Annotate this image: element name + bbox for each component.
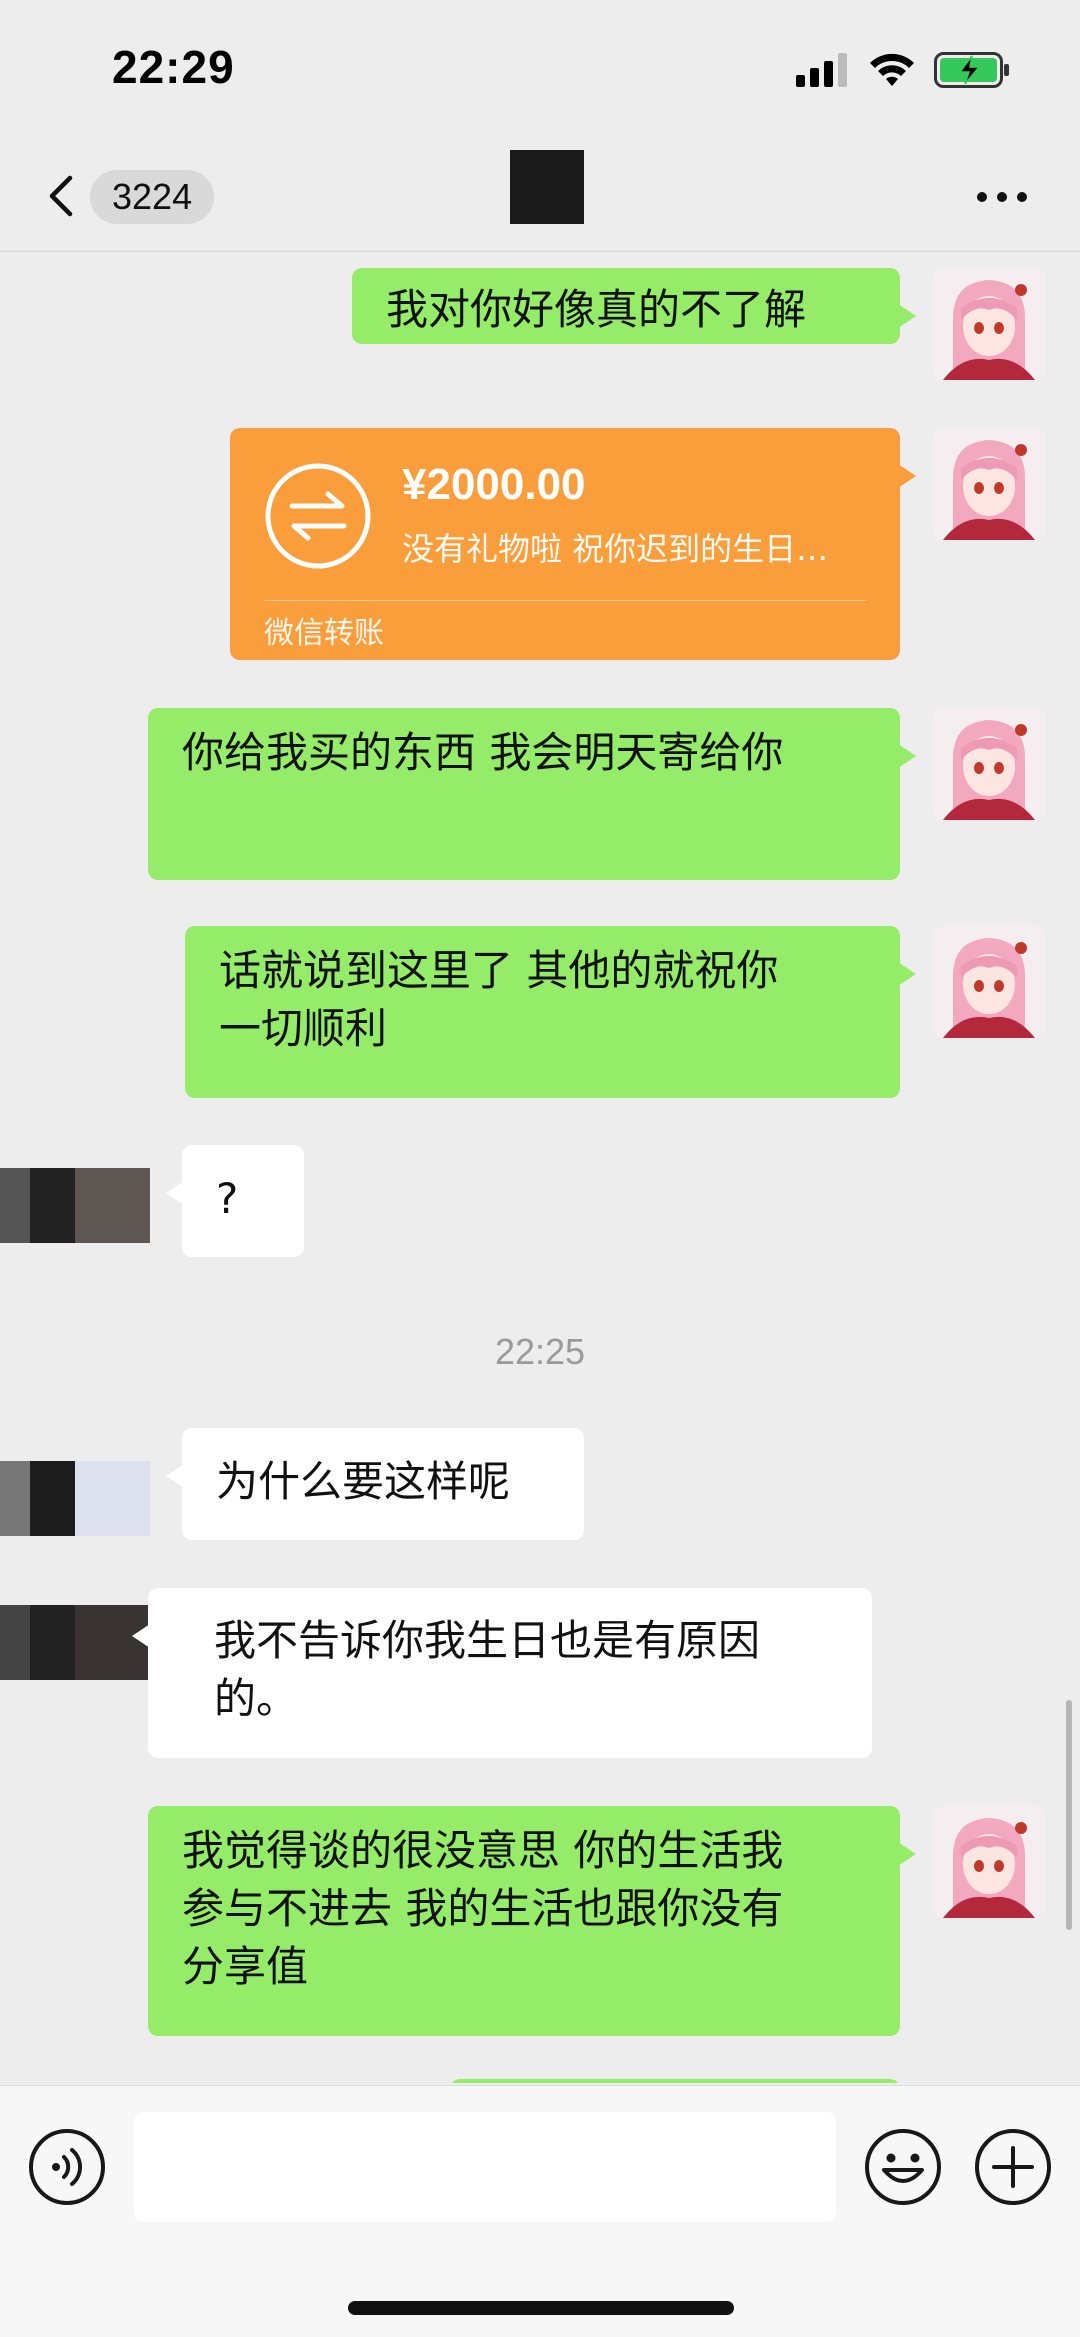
voice-icon[interactable] [28,2128,106,2206]
message-text-line: 一切顺利 [219,1004,388,1053]
more-options-icon[interactable] [972,182,1032,212]
home-indicator[interactable] [348,2301,734,2315]
status-icons [796,52,1010,88]
my-avatar[interactable] [933,268,1045,380]
message-bubble-sent-partial[interactable] [450,2079,900,2083]
emoji-icon[interactable] [864,2128,942,2206]
transfer-card[interactable]: ¥2000.00 没有礼物啦 祝你迟到的生日… 微信转账 [230,428,916,660]
my-avatar[interactable] [933,428,1045,540]
message-text: 你给我买的东西 我会明天寄给你 [182,728,784,777]
my-avatar[interactable] [933,926,1045,1038]
plus-icon[interactable] [974,2128,1052,2206]
message-text-line: 分享值 [182,1942,309,1991]
message-bubble-sent[interactable]: 我对你好像真的不了解 [352,268,916,344]
message-bubble-sent[interactable]: 我觉得谈的很没意思 你的生活我 参与不进去 我的生活也跟你没有 分享值 [148,1806,916,2036]
message-bubble-sent[interactable]: 话就说到这里了 其他的就祝你 一切顺利 [185,926,916,1098]
message-text: ? [216,1174,239,1223]
message-text: 我对你好像真的不了解 [386,285,807,334]
transfer-divider [264,600,866,601]
status-time: 22:29 [112,41,235,93]
message-text-line: 参与不进去 我的生活也跟你没有 [182,1884,784,1933]
status-bar: 22:29 [0,0,1080,140]
message-text-line: 我觉得谈的很没意思 你的生活我 [182,1826,784,1875]
message-text-line: 话就说到这里了 其他的就祝你 [219,946,779,995]
message-bubble-received[interactable]: 我不告诉你我生日也是有原因 的。 [132,1588,872,1758]
message-bubble-received[interactable]: 为什么要这样呢 [166,1428,584,1540]
transfer-arrows-icon [265,463,371,569]
message-text-line: 我不告诉你我生日也是有原因 [214,1616,761,1665]
message-timestamp: 22:25 [494,1331,586,1372]
contact-avatar-blurred[interactable] [0,1461,150,1536]
transfer-note: 没有礼物啦 祝你迟到的生日… [402,530,829,568]
contact-name-redacted [510,150,584,224]
transfer-label: 微信转账 [264,616,384,651]
message-bubble-received[interactable]: ? [166,1145,304,1257]
input-bar [0,2085,1080,2337]
my-avatar[interactable] [933,1806,1045,1918]
message-bubble-sent[interactable]: 你给我买的东西 我会明天寄给你 [148,708,916,880]
unread-count-badge[interactable]: 3224 [90,170,215,224]
my-avatar[interactable] [933,708,1045,820]
transfer-amount: ¥2000.00 [402,460,586,509]
message-text: 为什么要这样呢 [216,1457,511,1506]
message-list[interactable]: 我对你好像真的不了解 ¥2000.00 没有礼物啦 祝你迟到的生日… 微信转账 … [0,253,1080,2083]
chat-header: 3224 [0,140,1080,252]
message-text-line: 的。 [214,1674,299,1723]
back-button[interactable] [40,166,80,226]
contact-avatar-blurred[interactable] [0,1168,150,1243]
signal-icon [796,53,847,87]
battery-charging-icon [934,52,1009,88]
message-input[interactable] [134,2112,836,2222]
scrollbar[interactable] [1066,1700,1072,1930]
contact-avatar-blurred[interactable] [0,1605,150,1680]
wifi-icon [870,53,914,86]
